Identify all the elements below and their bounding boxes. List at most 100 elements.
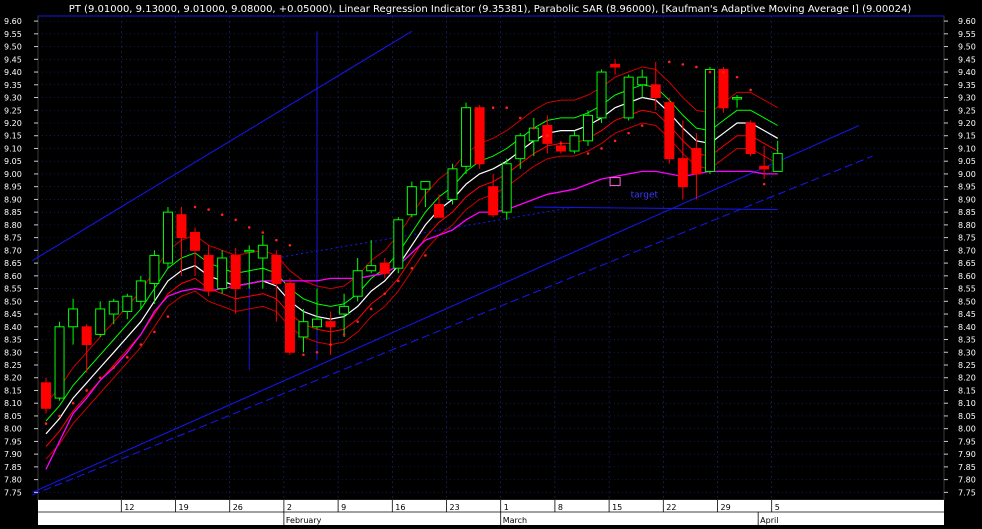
sar-dot (261, 231, 265, 234)
candle (162, 207, 173, 269)
candle-body-up (217, 257, 228, 290)
sar-dot (410, 266, 414, 270)
candle-body-up (135, 280, 146, 302)
y-tick-label-left: 9.00 (4, 170, 22, 179)
month-label: February (286, 516, 322, 525)
sar-dot (640, 124, 644, 127)
sar-dot (491, 106, 495, 110)
candle-body-down (230, 254, 241, 290)
candle-body-up (162, 211, 173, 264)
month-label: April (760, 516, 778, 525)
sar-dot (518, 116, 522, 120)
candle-body-up (149, 254, 160, 284)
sar-dot (275, 238, 278, 242)
candle-body-down (271, 254, 282, 284)
sar-dot (193, 205, 197, 209)
y-tick-label-right: 8.90 (958, 195, 976, 204)
target-annotation: target (631, 190, 659, 200)
sar-dot (735, 75, 739, 79)
x-tick-label: 12 (124, 503, 134, 512)
candle (474, 105, 485, 169)
candle-body-up (95, 308, 106, 335)
y-tick-label-right: 8.60 (958, 272, 976, 281)
y-tick-label-left: 9.55 (4, 30, 22, 39)
candle-body-up (257, 244, 268, 259)
sar-dot (302, 353, 305, 357)
y-tick-label-left: 8.90 (4, 195, 22, 204)
candle (596, 69, 607, 123)
candle-body-up (406, 186, 417, 216)
candle (284, 278, 295, 355)
y-tick-label-right: 7.80 (958, 476, 976, 485)
candle-body-down (718, 68, 729, 109)
y-tick-label-left: 9.45 (4, 55, 22, 64)
candle-body-up (352, 270, 363, 297)
sar-dot (532, 126, 536, 130)
candle-body-down (691, 147, 702, 175)
month-label: March (503, 516, 527, 525)
x-axis-band (38, 500, 944, 525)
candle-body-up (596, 71, 607, 119)
y-tick-label-right: 9.15 (958, 132, 976, 141)
y-tick-label-left: 9.60 (4, 17, 22, 26)
x-tick-label: 16 (395, 503, 405, 512)
sar-dot (762, 182, 766, 186)
candle-body-up (312, 318, 322, 328)
y-tick-label-left: 7.95 (4, 437, 22, 446)
x-tick-label: 23 (450, 503, 460, 512)
y-tick-label-left: 8.65 (4, 259, 22, 268)
x-tick-label: 15 (612, 503, 622, 512)
x-tick-label: 26 (233, 503, 243, 512)
y-tick-label-left: 9.10 (4, 144, 22, 153)
sar-dot (220, 213, 224, 216)
y-tick-label-left: 8.75 (4, 234, 22, 243)
chart-title: PT (9.01000, 9.13000, 9.01000, 9.08000, … (69, 4, 912, 15)
chart-background (0, 0, 982, 525)
candle-body-up (122, 295, 133, 312)
candle (745, 120, 756, 157)
candle-body-up (569, 135, 580, 152)
sar-dot (58, 414, 61, 418)
y-tick-label-right: 8.80 (958, 221, 976, 230)
y-tick-label-left: 7.85 (4, 463, 22, 472)
y-tick-label-right: 9.20 (958, 119, 976, 128)
candle (41, 377, 51, 414)
sar-dot (613, 139, 617, 143)
sar-dot (708, 70, 712, 74)
candle-body-up (244, 249, 255, 253)
candle-body-down (433, 204, 444, 218)
sar-dot (315, 350, 319, 354)
y-tick-label-right: 8.70 (958, 246, 976, 255)
y-tick-label-left: 8.40 (4, 323, 22, 332)
candle-body-down (488, 186, 499, 216)
candle-body-up (637, 76, 648, 86)
y-tick-label-left: 8.00 (4, 425, 22, 434)
sar-dot (207, 208, 210, 211)
candle-body-up (732, 97, 743, 100)
candle (718, 66, 729, 113)
sar-dot (126, 356, 129, 359)
x-tick-label: 19 (179, 503, 189, 512)
sar-dot (98, 376, 102, 380)
candle-body-down (41, 382, 51, 409)
y-tick-label-right: 9.40 (958, 68, 976, 77)
y-tick-label-left: 7.75 (4, 488, 22, 497)
y-tick-label-left: 9.25 (4, 106, 22, 115)
x-tick-label: 2 (287, 503, 292, 512)
y-tick-label-left: 8.30 (4, 348, 22, 357)
candle-body-down (677, 158, 688, 188)
y-tick-label-right: 7.75 (958, 488, 976, 497)
sar-dot (356, 320, 359, 323)
y-tick-label-left: 8.55 (4, 285, 22, 294)
y-tick-label-left: 8.80 (4, 221, 22, 230)
y-tick-label-left: 7.90 (4, 450, 22, 459)
sar-dot (247, 226, 251, 229)
x-tick-label: 29 (721, 503, 731, 512)
candle-body-down (745, 122, 756, 155)
sar-dot (681, 63, 685, 66)
x-tick-label: 1 (504, 503, 509, 512)
y-tick-label-right: 8.15 (958, 386, 976, 395)
sar-dot (586, 152, 590, 155)
y-tick-label-right: 9.00 (958, 170, 976, 179)
y-tick-label-left: 9.30 (4, 94, 22, 103)
